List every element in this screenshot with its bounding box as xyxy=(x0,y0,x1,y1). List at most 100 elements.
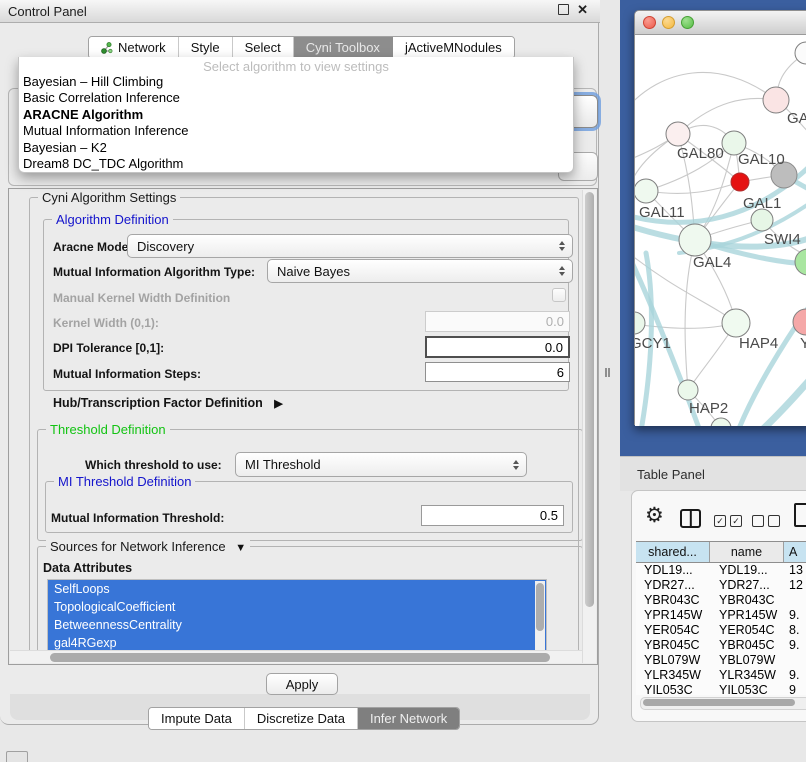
table-cell[interactable]: YBL079W xyxy=(636,653,710,668)
splitter-handle[interactable] xyxy=(604,368,611,377)
table-row[interactable]: YDR27...YDR27...12 xyxy=(636,578,806,593)
table-cell[interactable]: YDL19... xyxy=(710,563,784,578)
bottom-tab-impute-data[interactable]: Impute Data xyxy=(149,708,245,729)
algorithm-dropdown-popup: Select algorithm to view settings Bayesi… xyxy=(18,57,574,173)
network-node-gcy1[interactable] xyxy=(635,312,645,334)
table-row[interactable]: YBL079WYBL079W xyxy=(636,653,806,668)
table-cell[interactable]: YDL19... xyxy=(636,563,710,578)
table-cell[interactable]: 9. xyxy=(784,668,806,683)
hub-definition-toggle[interactable]: Hub/Transcription Factor Definition ▶ xyxy=(53,396,283,410)
algorithm-option-bayesian-k2[interactable]: Bayesian – K2 xyxy=(19,140,573,156)
table-row[interactable]: YDL19...YDL19...13 xyxy=(636,563,806,578)
float-panel-icon[interactable] xyxy=(558,4,569,15)
tab-network[interactable]: Network xyxy=(89,37,179,58)
algorithm-option-mutual-information-inference[interactable]: Mutual Information Inference xyxy=(19,123,573,139)
data-attributes-list[interactable]: SelfLoopsTopologicalCoefficientBetweenne… xyxy=(47,579,547,653)
tab-style[interactable]: Style xyxy=(179,37,233,58)
close-traffic-light-icon[interactable] xyxy=(643,16,656,29)
attribute-item-topologicalcoefficient[interactable]: TopologicalCoefficient xyxy=(48,598,546,616)
table-cell[interactable]: YBR043C xyxy=(636,593,710,608)
list-scrollbar[interactable] xyxy=(535,581,545,652)
unchecked-columns-icon[interactable] xyxy=(752,515,780,527)
table-cell[interactable]: 13 xyxy=(784,563,806,578)
network-node-hap2[interactable] xyxy=(678,380,698,400)
network-node-top[interactable] xyxy=(795,42,806,64)
network-node-hap4[interactable] xyxy=(722,309,750,337)
network-node-gal1[interactable] xyxy=(731,173,749,191)
column-header-shared[interactable]: shared... xyxy=(636,542,710,562)
tab-cyni-toolbox[interactable]: Cyni Toolbox xyxy=(294,37,393,58)
aracne-mode-combobox[interactable]: Discovery xyxy=(127,234,573,258)
table-cell[interactable]: 12 xyxy=(784,578,806,593)
table-cell[interactable]: YDR27... xyxy=(636,578,710,593)
minimize-traffic-light-icon[interactable] xyxy=(662,16,675,29)
table-row[interactable]: YBR045CYBR045C9. xyxy=(636,638,806,653)
checked-columns-icon[interactable]: ✓✓ xyxy=(714,515,742,527)
network-node-swi4[interactable] xyxy=(751,209,773,231)
table-cell[interactable]: YIL053C xyxy=(636,683,710,695)
table-cell[interactable]: YLR345W xyxy=(710,668,784,683)
algorithm-option-dream8-dc-tdc-algorithm[interactable]: Dream8 DC_TDC Algorithm xyxy=(19,156,573,172)
mi-steps-field[interactable]: 6 xyxy=(425,362,570,382)
collapsed-arrow-icon: ▶ xyxy=(274,398,282,410)
column-header-name[interactable]: name xyxy=(710,542,784,562)
network-node-gal80[interactable] xyxy=(666,122,690,146)
table-cell[interactable]: YER054C xyxy=(710,623,784,638)
table-cell[interactable]: YBL079W xyxy=(710,653,784,668)
table-cell[interactable]: YDR27... xyxy=(710,578,784,593)
network-node-gal4[interactable] xyxy=(679,224,711,256)
table-cell[interactable]: 9 xyxy=(784,683,806,695)
table-cell[interactable]: YER054C xyxy=(636,623,710,638)
table-cell[interactable]: 9. xyxy=(784,608,806,623)
bottom-tab-infer-network[interactable]: Infer Network xyxy=(358,708,459,729)
network-canvas[interactable]: GALGAL80GAL10GAL1GAL11SWI4GAL4GCY1HAP4YH… xyxy=(635,35,806,426)
attribute-item-selfloops[interactable]: SelfLoops xyxy=(48,580,546,598)
mi-threshold-field[interactable]: 0.5 xyxy=(421,505,564,526)
table-row[interactable]: YBR043CYBR043C xyxy=(636,593,806,608)
tab-select[interactable]: Select xyxy=(233,37,294,58)
column-header-a[interactable]: A xyxy=(784,542,806,562)
close-icon[interactable]: ✕ xyxy=(577,3,588,16)
attribute-item-betweennesscentrality[interactable]: BetweennessCentrality xyxy=(48,616,546,634)
tab-jactivemnodules[interactable]: jActiveMNodules xyxy=(393,37,514,58)
table-cell[interactable] xyxy=(784,593,806,608)
table-cell[interactable]: YBR043C xyxy=(710,593,784,608)
settings-horizontal-scrollbar[interactable] xyxy=(10,650,582,663)
zoom-traffic-light-icon[interactable] xyxy=(681,16,694,29)
table-row[interactable]: YLR345WYLR345W9. xyxy=(636,668,806,683)
table-cell[interactable]: 9. xyxy=(784,638,806,653)
table-cell[interactable]: YPR145W xyxy=(636,608,710,623)
network-node-gal[interactable] xyxy=(763,87,789,113)
table-row[interactable]: YPR145WYPR145W9. xyxy=(636,608,806,623)
kernel-width-field[interactable]: 0.0 xyxy=(425,311,570,332)
algorithm-option-bayesian-hill-climbing[interactable]: Bayesian – Hill Climbing xyxy=(19,74,573,90)
table-cell[interactable]: YBR045C xyxy=(636,638,710,653)
sources-legend[interactable]: Sources for Network Inference ▼ xyxy=(46,539,250,556)
gear-icon[interactable]: ⚙ xyxy=(645,505,664,526)
mi-algorithm-type-combobox[interactable]: Naive Bayes xyxy=(267,259,573,283)
table-horizontal-scrollbar[interactable] xyxy=(640,697,806,710)
document-icon[interactable] xyxy=(794,503,806,527)
network-node-green[interactable] xyxy=(795,249,806,275)
split-columns-icon[interactable] xyxy=(680,509,701,528)
settings-vertical-scrollbar[interactable] xyxy=(582,190,596,663)
dpi-tolerance-field[interactable]: 0.0 xyxy=(425,336,570,358)
table-cell[interactable]: YPR145W xyxy=(710,608,784,623)
table-cell[interactable]: 8. xyxy=(784,623,806,638)
algorithm-option-aracne-algorithm[interactable]: ARACNE Algorithm xyxy=(19,107,573,123)
table-cell[interactable]: YLR345W xyxy=(636,668,710,683)
table-row[interactable]: YIL053CYIL053C9 xyxy=(636,683,806,695)
apply-button[interactable]: Apply xyxy=(266,673,338,695)
collapsed-panel-button[interactable] xyxy=(6,751,28,762)
table-cell[interactable]: YIL053C xyxy=(710,683,784,695)
manual-kernel-checkbox[interactable] xyxy=(552,288,566,302)
algorithm-option-basic-correlation-inference[interactable]: Basic Correlation Inference xyxy=(19,90,573,106)
network-window-titlebar[interactable] xyxy=(635,11,806,35)
bottom-tab-discretize-data[interactable]: Discretize Data xyxy=(245,708,358,729)
table-cell[interactable]: YBR045C xyxy=(710,638,784,653)
table-row[interactable]: YER054CYER054C8. xyxy=(636,623,806,638)
network-node-gal11[interactable] xyxy=(635,179,658,203)
table-cell[interactable] xyxy=(784,653,806,668)
which-threshold-combobox[interactable]: MI Threshold xyxy=(235,452,527,477)
network-node-label-gal: GAL xyxy=(787,110,806,127)
